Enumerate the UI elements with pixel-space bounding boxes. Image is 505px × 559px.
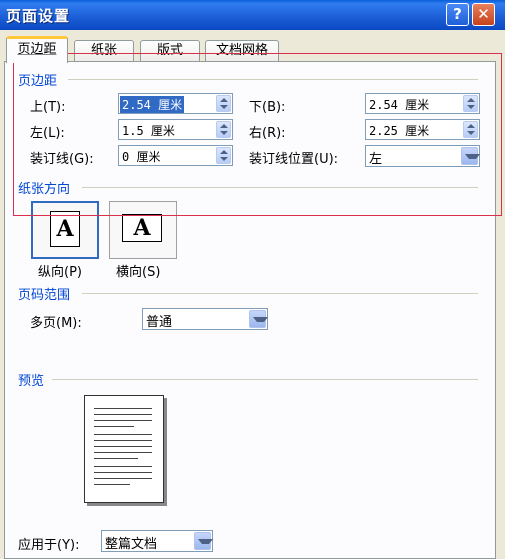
chevron-down-icon[interactable]: [249, 310, 268, 328]
multiple-pages-label: 多页(M):: [30, 316, 82, 331]
left-margin-label: 左(L):: [30, 126, 65, 141]
right-margin-label: 右(R):: [249, 126, 286, 141]
chevron-down-icon[interactable]: [461, 147, 480, 165]
gutter-position-label: 装订线位置(U):: [249, 152, 339, 167]
page-preview: [84, 395, 164, 503]
apply-to-label: 应用于(Y):: [18, 538, 80, 553]
spinner-arrows-icon[interactable]: [216, 147, 231, 164]
gutter-value: 0 厘米: [122, 150, 161, 164]
preview-section-title: 预览: [18, 374, 45, 389]
margins-section-title: 页边距: [18, 74, 58, 89]
multiple-pages-value: 普通: [146, 315, 173, 330]
bottom-margin-spinner[interactable]: 2.54 厘米: [365, 93, 480, 114]
tab-margins[interactable]: 页边距: [6, 36, 68, 63]
right-margin-spinner[interactable]: 2.25 厘米: [365, 119, 480, 140]
multiple-pages-select[interactable]: 普通: [142, 308, 268, 330]
orientation-section-title: 纸张方向: [18, 182, 71, 197]
top-margin-label: 上(T):: [30, 100, 66, 115]
landscape-button[interactable]: A: [109, 201, 177, 259]
gutter-label: 装订线(G):: [30, 152, 94, 167]
right-margin-value: 2.25 厘米: [369, 124, 430, 138]
tab-document-grid[interactable]: 文档网格: [205, 40, 279, 62]
portrait-page-icon: A: [50, 211, 80, 247]
gutter-position-value: 左: [369, 152, 383, 167]
left-margin-value: 1.5 厘米: [122, 124, 175, 138]
divider: [82, 293, 478, 294]
page-range-section-title: 页码范围: [18, 288, 71, 303]
window-title: 页面设置: [6, 7, 71, 25]
top-margin-value: 2.54 厘米: [120, 96, 185, 113]
close-button[interactable]: ✕: [472, 3, 495, 26]
spinner-arrows-icon[interactable]: [216, 121, 231, 138]
chevron-down-icon[interactable]: [194, 532, 213, 550]
page-setup-dialog: 页面设置 ? ✕ 页边距 纸张 版式 文档网格 页边距 上(T): 2.54 厘…: [0, 0, 505, 559]
landscape-page-icon: A: [122, 214, 162, 242]
divider: [68, 79, 478, 80]
gutter-spinner[interactable]: 0 厘米: [118, 145, 233, 166]
landscape-label: 横向(S): [116, 265, 161, 280]
divider: [52, 379, 478, 380]
left-margin-spinner[interactable]: 1.5 厘米: [118, 119, 233, 140]
divider: [82, 187, 478, 188]
title-bar[interactable]: 页面设置 ? ✕: [0, 0, 505, 30]
spinner-arrows-icon[interactable]: [463, 95, 478, 112]
apply-to-select[interactable]: 整篇文档: [101, 530, 213, 552]
spinner-arrows-icon[interactable]: [216, 95, 231, 112]
apply-to-value: 整篇文档: [105, 537, 158, 552]
tab-strip: 页边距 纸张 版式 文档网格: [0, 36, 505, 63]
portrait-button[interactable]: A: [31, 201, 99, 259]
gutter-position-select[interactable]: 左: [365, 145, 480, 167]
tab-paper[interactable]: 纸张: [74, 40, 134, 62]
portrait-label: 纵向(P): [38, 265, 82, 280]
bottom-margin-label: 下(B):: [249, 100, 286, 115]
bottom-margin-value: 2.54 厘米: [369, 98, 430, 112]
top-margin-spinner[interactable]: 2.54 厘米: [118, 93, 233, 114]
spinner-arrows-icon[interactable]: [463, 121, 478, 138]
tab-layout[interactable]: 版式: [140, 40, 200, 62]
help-button[interactable]: ?: [446, 3, 469, 26]
